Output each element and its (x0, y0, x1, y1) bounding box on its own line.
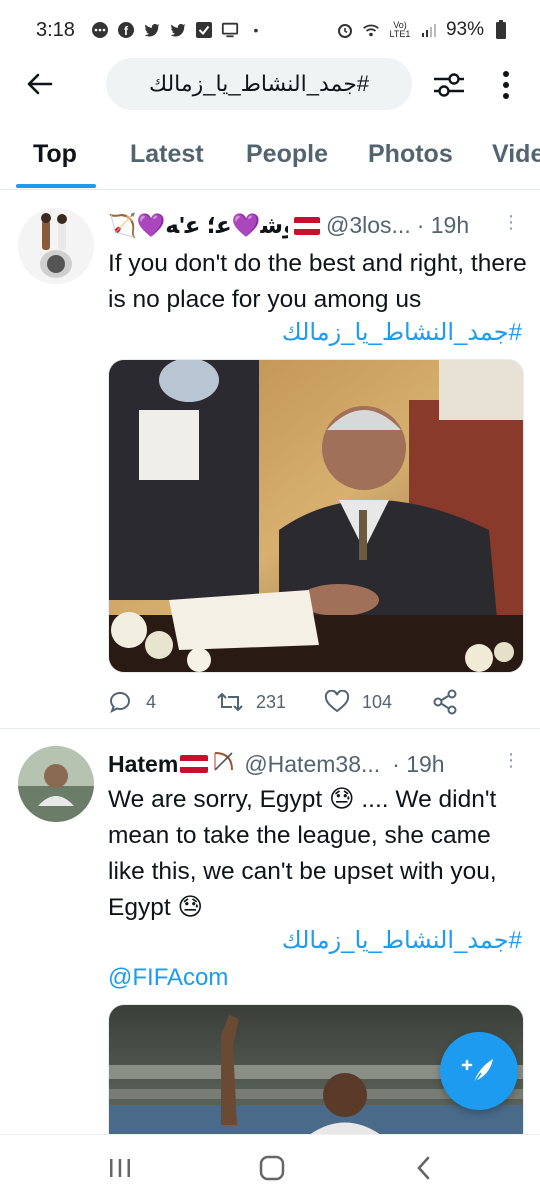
tweet-text: We are sorry, Egypt 😓 .... We didn't mea… (108, 786, 497, 921)
vertical-dots-icon (503, 71, 509, 99)
tab-latest[interactable]: Latest (130, 140, 204, 169)
back-arrow-icon (27, 73, 53, 95)
search-input[interactable]: #جمد_النشاط_يا_زمالك (106, 58, 412, 110)
retweet-count: 231 (256, 691, 287, 712)
author-handle[interactable]: @Hatem38... (244, 751, 380, 778)
back-button[interactable] (22, 66, 58, 102)
tweet-mention[interactable]: @FIFAcom (108, 964, 228, 992)
tweet-hashtag[interactable]: #جمد_النشاط_يا_زمالك (282, 318, 522, 347)
heart-icon (324, 690, 350, 713)
reply-button[interactable]: 4 (108, 690, 156, 714)
recent-apps-icon (110, 1159, 130, 1177)
tweet-time: · 19h (392, 750, 445, 777)
tweet-header: Hatem @Hatem38... · 19h (108, 750, 508, 778)
home-icon (259, 1155, 285, 1181)
author-name[interactable]: 🏹💜ﻋﻞﻮﺷ💜ﻋ؛ ﻋ'ﻪ (108, 212, 288, 239)
retweet-icon (217, 692, 243, 712)
author-handle[interactable]: @3los... (326, 212, 411, 239)
compose-tweet-button[interactable] (440, 1032, 518, 1110)
system-nav-bar (0, 1134, 540, 1200)
status-bar: 3:18 f • Vo) LTE1 93% (0, 0, 540, 60)
compose-feather-icon (461, 1059, 493, 1085)
messages-icon (91, 21, 109, 39)
search-tabs: Top Latest People Photos Vide (0, 126, 540, 190)
overflow-menu-button[interactable] (494, 66, 518, 104)
search-filter-button[interactable] (430, 66, 468, 104)
flag-icon (180, 755, 209, 773)
battery-icon (492, 20, 510, 39)
facebook-icon: f (117, 21, 135, 39)
tweet-time: · 19h (416, 212, 470, 238)
tweet-card[interactable]: 🏹💜ﻋﻞﻮﺷ💜ﻋ؛ ﻋ'ﻪ @3los... · 19h ⋮ If you do… (0, 190, 540, 730)
retweet-button[interactable]: 231 (216, 690, 286, 714)
like-button[interactable]: 104 (324, 690, 392, 714)
battery-label: 93% (445, 19, 484, 40)
dot-icon: • (253, 22, 259, 38)
share-button[interactable] (432, 689, 458, 715)
search-header: #جمد_النشاط_يا_زمالك (0, 56, 540, 112)
like-count: 104 (362, 691, 393, 712)
tab-top[interactable]: Top (33, 140, 77, 169)
tweet-header: 🏹💜ﻋﻞﻮﺷ💜ﻋ؛ ﻋ'ﻪ @3los... · 19h (108, 212, 508, 239)
network-label: Vo) LTE1 (389, 20, 411, 39)
tweet-text: If you don't do the best and right, ther… (108, 250, 527, 313)
back-nav-button[interactable] (404, 1151, 444, 1185)
twitter-icon-2 (169, 21, 187, 39)
status-right: Vo) LTE1 93% (336, 19, 510, 41)
twitter-icon (143, 21, 161, 39)
wifi-icon (362, 21, 380, 39)
reply-icon (109, 691, 130, 714)
tweet-divider (0, 728, 540, 729)
bow-arrow-icon (212, 750, 236, 778)
tweet-options-icon[interactable]: ⋮ (502, 750, 520, 771)
tab-photos[interactable]: Photos (368, 140, 453, 169)
reply-count: 4 (146, 691, 157, 712)
status-time: 3:18 (36, 18, 75, 41)
tweet-actions: 4 231 104 (108, 686, 528, 718)
active-tab-indicator (16, 184, 96, 188)
cast-icon (221, 21, 239, 39)
avatar[interactable] (18, 746, 94, 822)
tweet-options-icon[interactable]: ⋮ (502, 212, 520, 233)
avatar[interactable] (18, 208, 94, 284)
tweet-hashtag[interactable]: #جمد_النشاط_يا_زمالك (282, 926, 522, 955)
recent-apps-button[interactable] (100, 1151, 140, 1185)
share-icon (433, 689, 457, 715)
tweet-image[interactable] (108, 359, 524, 673)
flag-icon (294, 216, 320, 235)
status-left: 3:18 f • (36, 19, 265, 42)
signal-icon (420, 21, 438, 39)
tab-people[interactable]: People (246, 140, 328, 169)
filter-sliders-icon (434, 73, 464, 97)
alarm-icon (336, 21, 354, 39)
home-button[interactable] (252, 1151, 292, 1185)
tab-videos[interactable]: Vide (492, 140, 540, 169)
author-name[interactable]: Hatem (108, 751, 178, 778)
chevron-left-icon (417, 1156, 430, 1180)
checkbox-icon (195, 21, 213, 39)
search-query: #جمد_النشاط_يا_زمالك (148, 71, 370, 96)
